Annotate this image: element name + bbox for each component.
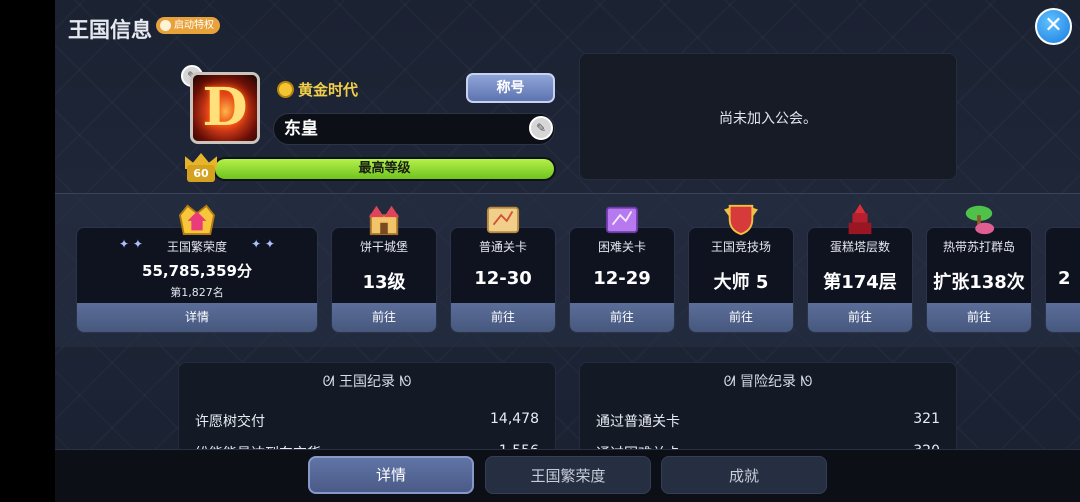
close-icon: ✕ [1044, 13, 1063, 38]
kingdom-info-screen: 王国信息 启动特权 ✕ ✎ D 黄金时代 称号 东皇 ✎ 最高等级 60 尚未加… [55, 0, 1080, 502]
avatar-image: D [193, 75, 257, 141]
swirl-icon: ᘚ [395, 374, 412, 390]
kingdom-record-title-text: 王国纪录 [339, 374, 395, 390]
kingdom-record-title: ᘛ 王国纪录 ᘚ [179, 371, 555, 391]
goto-button[interactable]: 前往 [808, 303, 912, 332]
crown-house-icon [178, 204, 216, 236]
goto-button[interactable]: 前往 [451, 303, 555, 332]
stat-value: 大师 5 [713, 272, 769, 293]
adventure-record-title-text: 冒险纪录 [740, 374, 796, 390]
title-button[interactable]: 称号 [466, 73, 555, 103]
sparkle-icon: ✦ ✦ [251, 237, 275, 251]
swirl-icon: ᘛ [723, 374, 740, 390]
adventure-record-panel: ᘛ 冒险纪录 ᘚ 通过普通关卡 321 通过困难关卡 320 [579, 362, 957, 462]
level-progress-bar: 最高等级 [213, 157, 556, 181]
tab-details[interactable]: 详情 [308, 456, 474, 494]
level-badge: 60 [185, 153, 217, 183]
prosperity-label: 王国繁荣度 [166, 240, 227, 254]
island-icon [965, 205, 995, 235]
prosperity-card: ✦ ✦ 王国繁荣度 ✦ ✦ 55,785,359分 第1,827名 详情 [76, 204, 318, 333]
era-text: 黄金时代 [298, 81, 359, 99]
chat-icon [160, 20, 171, 31]
privilege-badge-label: 启动特权 [174, 20, 214, 31]
kingdom-name: 东皇 [273, 113, 555, 145]
stat-value: 第174层 [823, 272, 897, 293]
prosperity-rank: 第1,827名 [170, 286, 224, 299]
goto-button[interactable]: 前往 [689, 303, 793, 332]
hard-map-icon [605, 206, 639, 234]
stat-card-arena: 王国竞技场 大师 5 前往 [688, 204, 794, 333]
pencil-icon: ✎ [535, 121, 547, 135]
stat-card-normal-stage: 普通关卡 12-30 前往 [450, 206, 556, 333]
edit-name-button[interactable]: ✎ [529, 116, 553, 140]
stat-value: 12-29 [593, 268, 651, 289]
adventure-record-title: ᘛ 冒险纪录 ᘚ [580, 371, 956, 391]
record-value: 14,478 [490, 411, 539, 427]
record-key: 通过普通关卡 [596, 414, 680, 430]
stat-card-hard-stage: 困难关卡 12-29 前往 [569, 206, 675, 333]
goto-button[interactable]: 前往 [927, 303, 1031, 332]
stat-label: 王国竞技场 [710, 240, 771, 254]
stat-value-partial: 2 [1058, 268, 1071, 289]
arena-shield-icon [724, 204, 758, 236]
stat-label: 普通关卡 [478, 240, 527, 254]
prosperity-value: 55,785,359分 [142, 262, 252, 280]
castle-icon [368, 205, 400, 236]
stat-label: 蛋糕塔层数 [829, 240, 890, 254]
goto-button-partial[interactable] [1046, 303, 1080, 332]
prosperity-details-button[interactable]: 详情 [77, 303, 317, 332]
record-row: 许愿树交付 14,478 [195, 411, 539, 431]
stat-card-partial: 2 [1045, 227, 1080, 333]
swirl-icon: ᘛ [322, 374, 339, 390]
swirl-icon: ᘚ [796, 374, 813, 390]
stat-label: 困难关卡 [597, 240, 646, 254]
level-number: 60 [187, 165, 215, 182]
era-label: 黄金时代 [277, 79, 358, 100]
stat-value: 12-30 [474, 268, 532, 289]
record-row: 通过普通关卡 321 [596, 411, 940, 431]
avatar[interactable]: D [190, 72, 260, 144]
kingdom-record-panel: ᘛ 王国纪录 ᘚ 许愿树交付 14,478 纷能能量达到东交货 1,556 [178, 362, 556, 462]
close-button[interactable]: ✕ [1035, 8, 1072, 45]
guild-panel: 尚未加入公会。 [579, 53, 957, 180]
record-value: 321 [913, 411, 940, 427]
gold-coin-icon [277, 81, 294, 98]
guild-status: 尚未加入公会。 [719, 111, 817, 127]
stat-value: 扩张138次 [933, 272, 1025, 293]
privilege-badge[interactable]: 启动特权 [156, 17, 220, 34]
stat-card-castle: 饼干城堡 13级 前往 [331, 205, 437, 333]
goto-button[interactable]: 前往 [332, 303, 436, 332]
tab-prosperity[interactable]: 王国繁荣度 [485, 456, 651, 494]
page-title: 王国信息 [68, 18, 152, 42]
map-icon [486, 206, 520, 234]
stat-label: 饼干城堡 [359, 240, 408, 254]
stat-label: 热带苏打群岛 [942, 240, 1015, 254]
tower-icon [848, 203, 872, 235]
level-progress-text: 最高等级 [358, 161, 411, 176]
record-key: 许愿树交付 [195, 414, 265, 430]
stat-value: 13级 [362, 272, 406, 293]
stat-card-cake-tower: 蛋糕塔层数 第174层 前往 [807, 203, 913, 333]
goto-button[interactable]: 前往 [570, 303, 674, 332]
tab-achievements[interactable]: 成就 [661, 456, 827, 494]
stat-card-tropical-island: 热带苏打群岛 扩张138次 前往 [926, 205, 1032, 333]
